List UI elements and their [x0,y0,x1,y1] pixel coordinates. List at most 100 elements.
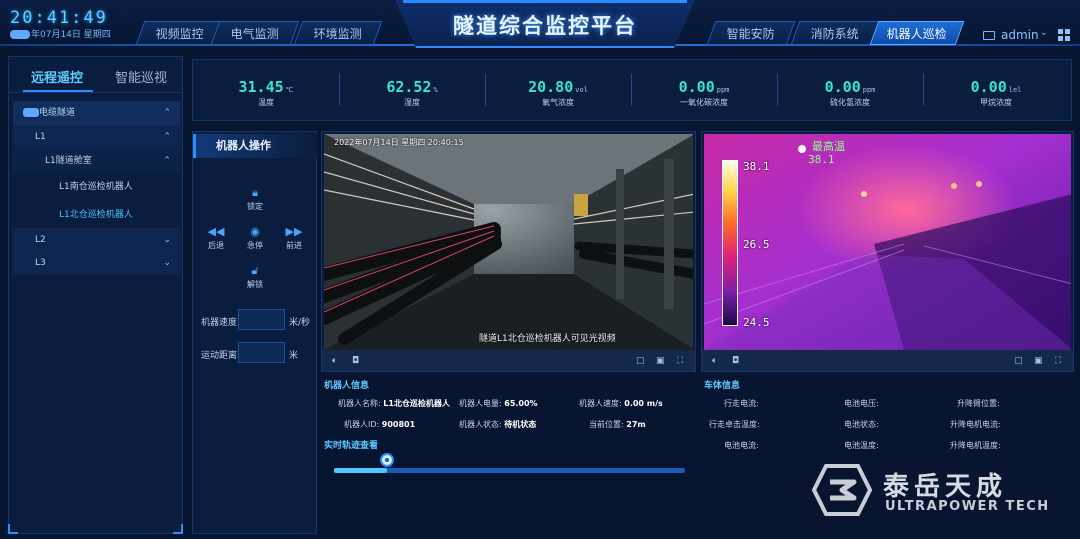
chevron-down-icon[interactable]: ⌄ [163,251,171,275]
thermal-max-title: 最高温 [812,140,845,153]
tree-item-north-robot[interactable]: L1北仓巡检机器人 [13,203,181,227]
metric-humidity: 62.52% 湿度 [339,60,485,120]
forward-button[interactable]: ▶▶ 前进 [274,226,314,251]
metric-label: 温度 [258,98,274,107]
robot-speed-field: 机器人速度: 0.00 m/s [579,399,663,408]
chevron-down-icon[interactable]: ⌄ [1040,28,1048,38]
tab-security[interactable]: 智能安防 [706,21,796,45]
metric-value: 20.80 [528,78,574,96]
tree-item-label: L1隧道舱室 [45,156,92,166]
tree-blur [23,108,39,117]
record-icon[interactable]: ▣ [656,356,665,366]
clock: 20:41:49 [10,8,108,28]
thermal-camera-panel: 38.1 26.5 24.5 最高温 38.1 🔈︎ ◘ ▢ ▣ ⛶ [701,131,1074,372]
thermal-scale-top: 38.1 [743,160,770,173]
metric-value: 0.00 [824,78,861,96]
speed-unit: 米/秒 [289,318,311,328]
corner-decoration [8,524,18,534]
thermal-video-feed[interactable]: 38.1 26.5 24.5 最高温 38.1 [704,134,1071,350]
tab-environment[interactable]: 环境监测 [293,21,383,45]
tree-item-cable-tunnel[interactable]: 电缆隧道 ⌃ [13,101,181,125]
metric-label: 甲烷浓度 [980,98,1012,107]
track-slider-handle[interactable] [380,453,394,467]
unlock-button[interactable]: 🔓︎ 解锁 [235,265,275,290]
track-slider-progress [334,468,387,473]
metric-methane: 0.00 lel 甲烷浓度 [923,60,1069,120]
camera-snapshot-icon[interactable]: ◘ [732,356,739,366]
speed-label: 机器速度 [201,318,238,328]
chevron-up-icon[interactable]: ⌃ [163,149,171,173]
robot-status-field: 机器人状态: 待机状态 [459,420,537,429]
metric-unit: ppm [716,86,730,94]
date-year-blur [10,30,30,39]
video-timestamp: 2022年07月14日 星期四 20:40:15 [334,138,464,147]
robot-name-field: 机器人名称: L1北仓巡检机器人 [338,399,450,408]
metric-label: 硫化氢浓度 [830,98,870,107]
page-title: 隧道综合监控平台 [453,14,637,38]
tree-item-l3[interactable]: L3 ⌄ [13,251,181,275]
speed-input[interactable] [238,309,285,330]
tab-smart-patrol[interactable]: 智能巡视 [115,67,167,86]
company-name-cn: 泰岳天成 [883,472,1008,502]
metric-hydrogen-sulfide: 0.00 ppm 硫化氢浓度 [777,60,923,120]
metric-unit: vol [575,86,588,94]
tree-item-l2[interactable]: L2 ⌄ [13,228,181,252]
tab-electric[interactable]: 电气监测 [210,21,300,45]
metric-label: 氧气浓度 [542,98,574,107]
window-icon[interactable]: ▢ [1014,356,1023,366]
metric-temperature: 31.45 ℃ 温度 [193,60,339,120]
robot-operation-panel: 机器人操作 🔒︎ 锁定 ◀◀ 后退 ◉ 急停 ▶▶ 前进 🔓︎ 解锁 机器速度 米/秒 运… [192,131,318,534]
date-text: 年07月14日 星期四 [31,30,111,40]
back-button[interactable]: ◀◀ 后退 [196,226,236,251]
robot-operation-title: 机器人操作 [193,134,318,158]
video-caption: 隧道L1北仓巡检机器人可见光视频 [479,334,616,344]
distance-input[interactable] [238,342,285,363]
record-icon[interactable]: ▣ [1034,356,1043,366]
monitor-icon[interactable] [983,31,995,40]
robot-id-field: 机器人ID: 900801 [344,420,416,429]
metric-value: 62.52 [386,78,432,96]
robot-power-field: 机器人电量: 65.00% [459,399,538,408]
tree-item-south-robot[interactable]: L1南仓巡检机器人 [13,175,181,199]
fullscreen-icon[interactable]: ⛶ [677,356,683,366]
chevron-down-icon[interactable]: ⌄ [163,228,171,252]
metric-oxygen: 20.80 vol 氧气浓度 [485,60,631,120]
tree-item-l1-compartment[interactable]: L1隧道舱室 ⌃ [13,149,181,173]
company-name-en: ULTRAPOWER TECH [885,499,1050,514]
vehicle-field: 电池状态: [844,420,879,429]
visible-camera-panel: 2022年07月14日 星期四 20:40:15 隧道L1北仓巡检机器人可见光视… [321,131,696,372]
robot-position-field: 当前位置: 27m [589,420,646,429]
fullscreen-icon[interactable]: ⛶ [1055,356,1061,366]
window-icon[interactable]: ▢ [636,356,645,366]
environment-metrics: 31.45 ℃ 温度 62.52% 湿度 20.80 vol 氧气浓度 0.00 pp… [192,59,1072,121]
vehicle-field: 电池电压: [844,399,879,408]
tab-robot-patrol[interactable]: 机器人巡检 [869,21,965,45]
lock-button[interactable]: 🔒︎ 锁定 [235,187,275,212]
tab-remote-control[interactable]: 远程遥控 [31,67,83,86]
vehicle-info-title: 车体信息 [704,381,741,391]
metric-unit: ℃ [285,86,294,94]
chevron-up-icon[interactable]: ⌃ [163,101,171,125]
chevron-up-icon[interactable]: ⌃ [163,125,171,149]
camera-snapshot-icon[interactable]: ◘ [352,356,359,366]
volume-icon[interactable]: 🔈︎ [712,356,717,366]
metric-value: 31.45 [238,78,284,96]
tab-fire[interactable]: 消防系统 [790,21,880,45]
user-menu[interactable]: admin [1001,28,1039,42]
corner-decoration [173,524,183,534]
visible-video-feed[interactable]: 2022年07月14日 星期四 20:40:15 隧道L1北仓巡检机器人可见光视… [324,134,693,350]
volume-icon[interactable]: 🔈︎ [332,356,337,366]
thermal-camera-toolbar: 🔈︎ ◘ ▢ ▣ ⛶ [702,350,1073,371]
vehicle-field: 升降电机电流: [950,420,1001,429]
metric-unit: lel [1008,86,1022,94]
vehicle-field: 行走卓击温度: [709,420,760,429]
apps-grid-icon[interactable] [1058,29,1070,41]
rewind-icon: ◀◀ [207,225,225,238]
metric-label: 湿度 [404,98,420,107]
robot-info-title: 机器人信息 [324,381,370,391]
vehicle-field: 电池电流: [724,441,759,450]
tree-item-l1[interactable]: L1 ⌃ [13,125,181,149]
tree-item-label: L2 [35,235,46,245]
emergency-stop-button[interactable]: ◉ 急停 [235,226,275,251]
tree-item-label: L3 [35,258,46,268]
